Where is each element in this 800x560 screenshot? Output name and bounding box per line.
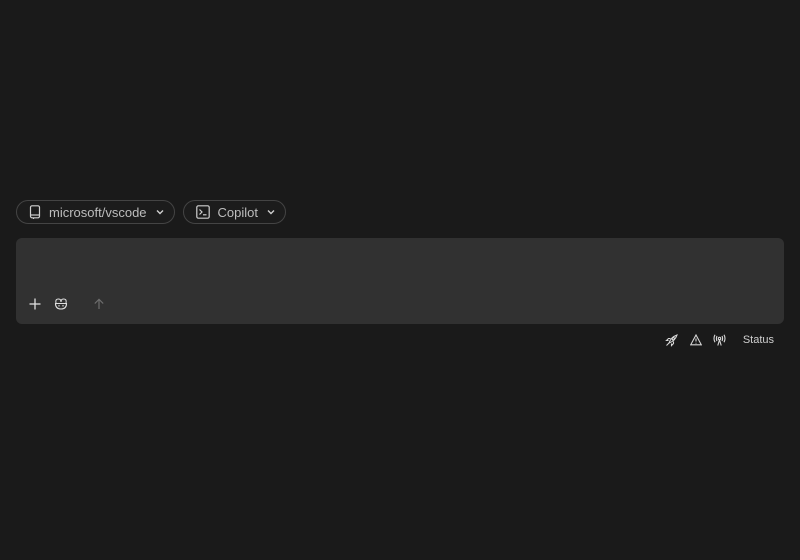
send-button[interactable] bbox=[90, 297, 108, 315]
repo-icon bbox=[29, 205, 41, 219]
repo-selector[interactable]: microsoft/vscode bbox=[16, 200, 175, 224]
chevron-down-icon bbox=[155, 207, 165, 217]
broadcast-icon[interactable] bbox=[713, 333, 727, 347]
add-button[interactable] bbox=[26, 297, 44, 315]
arrow-up-icon bbox=[93, 297, 105, 315]
page: microsoft/vscode Copilot Status bbox=[0, 0, 800, 560]
add-icon bbox=[29, 297, 41, 315]
terminal-icon bbox=[195, 205, 210, 219]
warning-icon[interactable] bbox=[689, 333, 703, 347]
status-bar: Status bbox=[665, 333, 774, 347]
agent-selector[interactable]: Copilot bbox=[182, 200, 287, 224]
composer-toolbar bbox=[26, 297, 108, 315]
agent-selector-label: Copilot bbox=[217, 204, 259, 220]
chat-composer bbox=[16, 238, 784, 324]
copilot-icon bbox=[54, 297, 68, 315]
status-label[interactable]: Status bbox=[743, 334, 774, 346]
repo-selector-label: microsoft/vscode bbox=[49, 204, 147, 220]
rocket-icon[interactable] bbox=[665, 333, 679, 347]
chat-input[interactable] bbox=[16, 238, 784, 294]
selector-row: microsoft/vscode Copilot bbox=[16, 200, 287, 224]
copilot-button[interactable] bbox=[52, 297, 70, 315]
chevron-down-icon bbox=[266, 207, 276, 217]
